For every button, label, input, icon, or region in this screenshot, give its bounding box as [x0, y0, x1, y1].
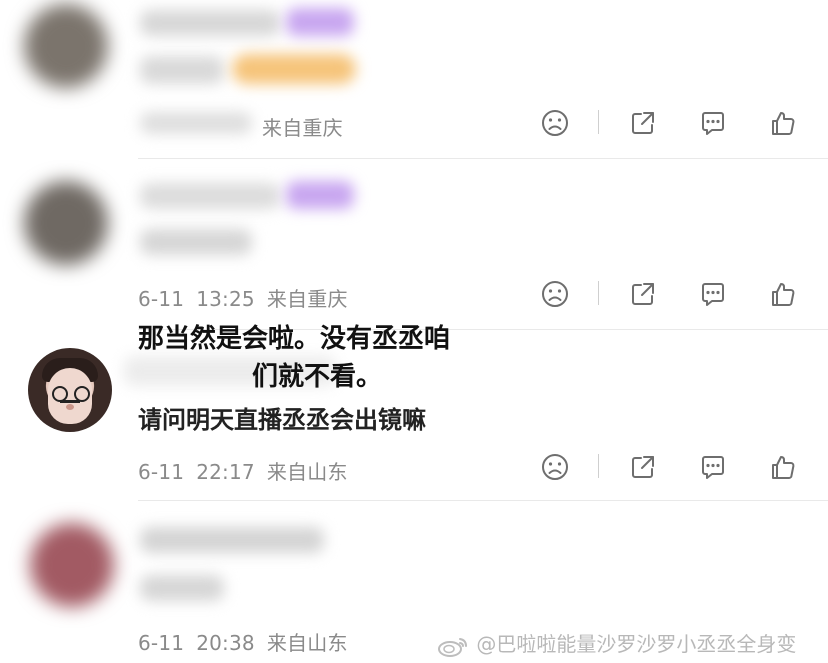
comment-meta: 6-11 22:17 来自山东: [138, 456, 360, 485]
emoji-blurred: [232, 54, 356, 84]
watermark: @巴啦啦能量沙罗沙罗小丞丞全身变: [436, 628, 796, 658]
comment-time: 13:25: [196, 287, 255, 311]
overlay-caption-line2: 们就不看。: [252, 362, 383, 392]
comment-meta: 6-11 20:38 来自山东: [138, 627, 360, 656]
username-blurred: [140, 10, 280, 36]
comment-time: 20:38: [196, 631, 255, 655]
comment-location: 来自山东: [266, 631, 348, 655]
comment-text-blurred: [140, 56, 224, 84]
comment-icon[interactable]: [698, 279, 728, 309]
comment-location: 来自重庆: [262, 116, 343, 140]
weibo-logo-icon: [438, 637, 467, 657]
comment-date: 6-11: [138, 631, 185, 655]
avatar[interactable]: [28, 348, 112, 432]
badge-blurred: [286, 8, 354, 36]
thumbs-up-icon[interactable]: [768, 108, 798, 138]
sad-face-icon[interactable]: [540, 452, 570, 482]
comment-item: 6-11 13:25 来自重庆: [0, 159, 828, 329]
comment-location: 来自山东: [266, 460, 348, 484]
comment-time: 22:17: [196, 460, 255, 484]
username-blurred: [140, 527, 324, 553]
comment-date: 6-11: [138, 460, 185, 484]
divider: [598, 110, 599, 134]
comment-date: 6-11: [138, 287, 185, 311]
share-icon[interactable]: [628, 108, 658, 138]
sad-face-icon[interactable]: [540, 279, 570, 309]
comment-meta: 6-11 13:25 来自重庆: [138, 283, 360, 312]
action-bar: [540, 279, 820, 311]
watermark-text: @巴啦啦能量沙罗沙罗小丞丞全身变: [476, 632, 797, 656]
thumbs-up-icon[interactable]: [768, 452, 798, 482]
comment-text-blurred: [140, 575, 224, 601]
comment-location: 来自重庆: [266, 287, 348, 311]
avatar[interactable]: [30, 523, 114, 607]
sad-face-icon[interactable]: [540, 108, 570, 138]
comment-icon[interactable]: [698, 452, 728, 482]
avatar[interactable]: [24, 181, 108, 265]
comment-icon[interactable]: [698, 108, 728, 138]
date-blurred: [140, 112, 252, 134]
comment-text-blurred: [140, 229, 252, 255]
share-icon[interactable]: [628, 452, 658, 482]
comment-item: 来自重庆: [0, 0, 828, 158]
badge-blurred: [286, 181, 354, 209]
thumbs-up-icon[interactable]: [768, 279, 798, 309]
avatar[interactable]: [24, 4, 108, 88]
share-icon[interactable]: [628, 279, 658, 309]
action-bar: [540, 108, 820, 140]
comment-meta: 来自重庆: [262, 112, 355, 141]
overlay-caption-line1: 那当然是会啦。没有丞丞咱: [138, 324, 451, 354]
comment-text: 请问明天直播丞丞会出镜嘛: [138, 406, 426, 434]
username-blurred: [140, 183, 280, 209]
action-bar: [540, 452, 820, 484]
divider: [598, 454, 599, 478]
divider: [598, 281, 599, 305]
